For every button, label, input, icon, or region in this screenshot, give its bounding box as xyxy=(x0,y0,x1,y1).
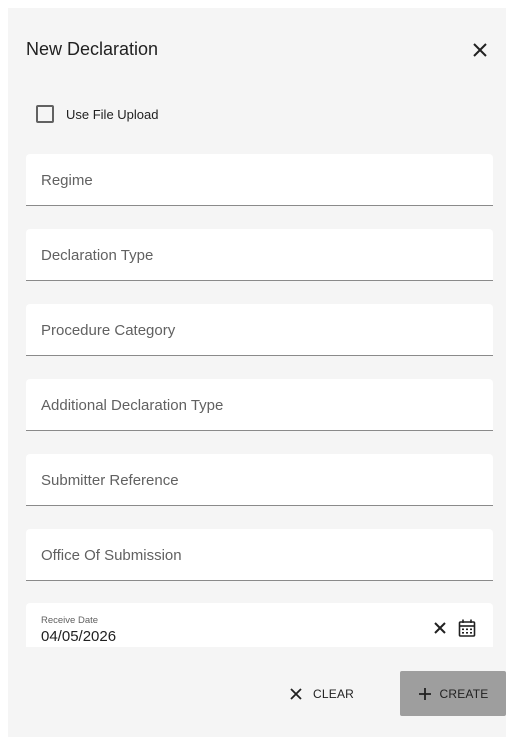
receive-date-value[interactable]: 04/05/2026 xyxy=(41,628,116,645)
receive-date-field[interactable]: Receive Date 04/05/2026 xyxy=(26,603,493,647)
use-file-upload-row: Use File Upload xyxy=(36,105,159,123)
procedure-category-field[interactable]: Procedure Category xyxy=(26,304,493,356)
close-icon xyxy=(434,622,446,634)
procedure-category-placeholder: Procedure Category xyxy=(41,322,176,339)
dialog-title: New Declaration xyxy=(26,39,159,59)
clear-button-label: CLEAR xyxy=(313,687,355,701)
use-file-upload-checkbox[interactable] xyxy=(36,105,54,123)
create-button[interactable]: CREATE xyxy=(400,671,506,716)
office-of-submission-placeholder: Office Of Submission xyxy=(41,547,182,564)
close-icon xyxy=(290,688,302,700)
create-button-label: CREATE xyxy=(439,686,489,701)
declaration-type-field[interactable]: Declaration Type xyxy=(26,229,493,281)
new-declaration-dialog: New Declaration Use File Upload Regime D… xyxy=(8,8,506,737)
regime-field[interactable]: Regime xyxy=(26,154,493,206)
close-icon xyxy=(473,43,487,57)
calendar-icon xyxy=(458,619,476,637)
regime-placeholder: Regime xyxy=(41,172,93,189)
open-calendar-button[interactable] xyxy=(457,618,477,638)
close-button[interactable] xyxy=(468,38,492,62)
office-of-submission-field[interactable]: Office Of Submission xyxy=(26,529,493,581)
clear-date-button[interactable] xyxy=(431,619,449,637)
clear-button[interactable]: CLEAR xyxy=(289,672,369,716)
additional-declaration-type-placeholder: Additional Declaration Type xyxy=(41,397,224,414)
submitter-reference-placeholder: Submitter Reference xyxy=(41,472,179,489)
use-file-upload-label[interactable]: Use File Upload xyxy=(66,107,159,122)
declaration-type-placeholder: Declaration Type xyxy=(41,247,154,264)
plus-icon xyxy=(418,687,431,700)
dialog-header: New Declaration xyxy=(26,38,492,64)
submitter-reference-field[interactable]: Submitter Reference xyxy=(26,454,493,506)
additional-declaration-type-field[interactable]: Additional Declaration Type xyxy=(26,379,493,431)
receive-date-label: Receive Date xyxy=(41,615,99,626)
